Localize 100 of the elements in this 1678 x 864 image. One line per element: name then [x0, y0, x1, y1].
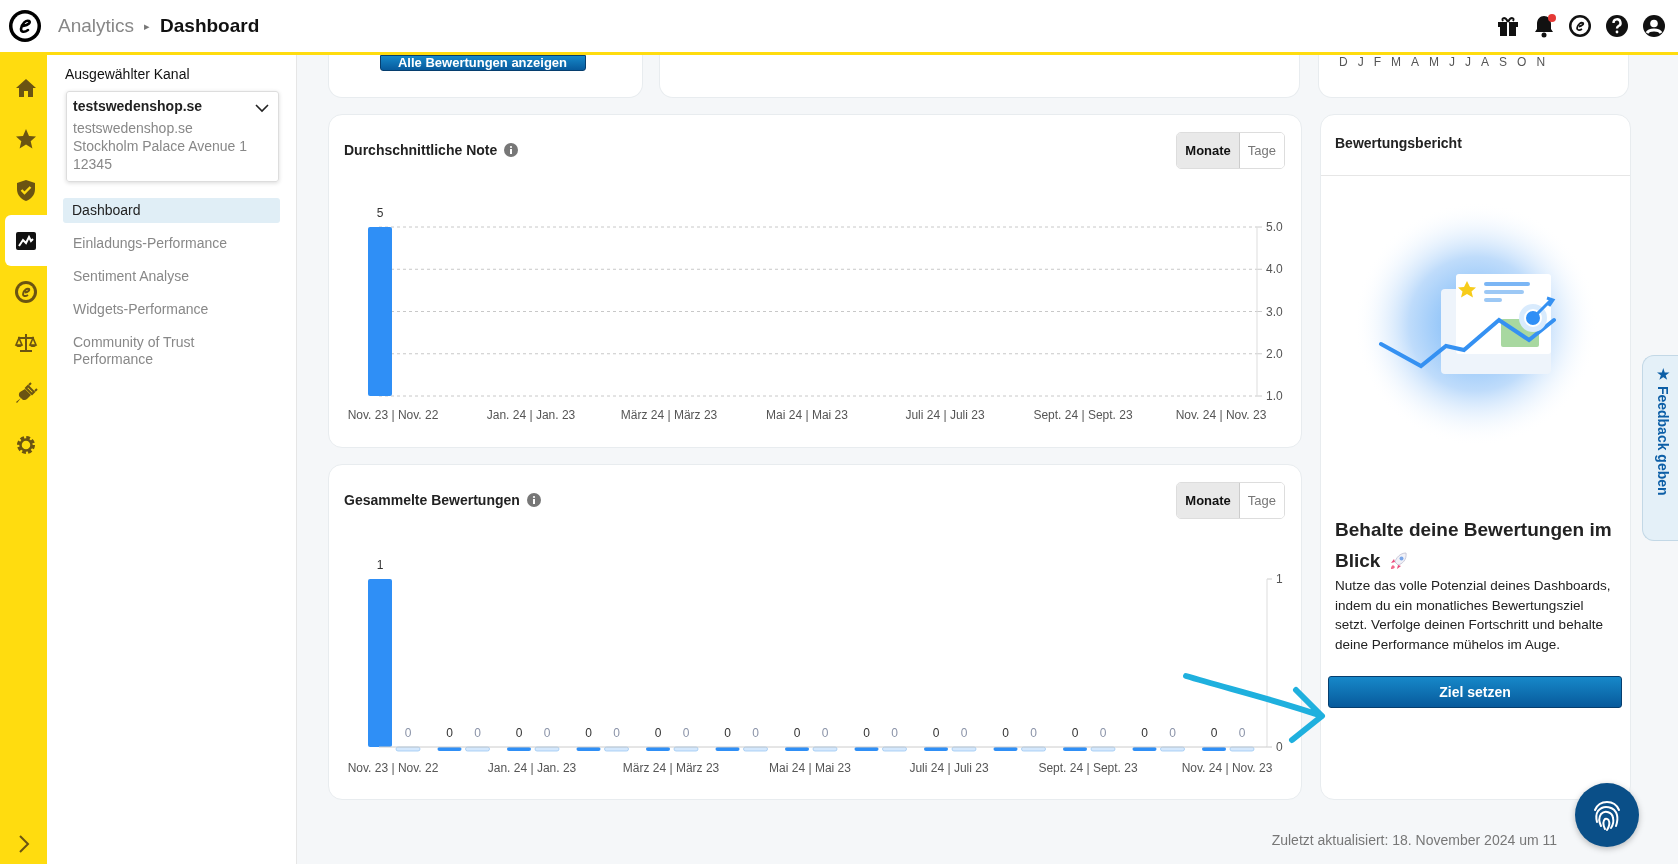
- axis-label: Jan. 24 | Jan. 23: [487, 761, 577, 775]
- axis-label: März 24 | März 23: [622, 761, 720, 775]
- data-label: 0: [724, 726, 731, 740]
- data-label: 0: [1169, 726, 1176, 740]
- axis-label: 2.0: [1266, 346, 1283, 361]
- chart-bar: [854, 747, 879, 751]
- data-label: 0: [515, 726, 523, 740]
- channel-detail: testswedenshop.se: [73, 119, 194, 137]
- period-toggle[interactable]: Monate: [1177, 482, 1240, 518]
- feedback-button[interactable]: ★ Feedback geben: [1642, 355, 1678, 541]
- axis-label: März 24 | März 23: [620, 408, 718, 422]
- card-title: Bewertungsbericht: [1321, 115, 1630, 176]
- chart-bar: [395, 746, 421, 752]
- axis-label: Jan. 24 | Jan. 23: [486, 408, 576, 422]
- data-label: 0: [960, 726, 968, 740]
- chart-bar: [465, 746, 490, 752]
- data-label: 0: [793, 726, 801, 740]
- info-icon[interactable]: [526, 493, 541, 507]
- chart-bar: [715, 747, 740, 751]
- info-icon[interactable]: [504, 143, 519, 157]
- chart-bar: [646, 747, 670, 751]
- chart-bar: [1063, 747, 1087, 751]
- data-label: 0: [474, 726, 481, 740]
- axis-label: Juli 24 | Juli 23: [905, 408, 985, 422]
- data-label: 0: [752, 726, 759, 740]
- promo-heading: Behalte deine Bewertungen im: [1335, 518, 1612, 542]
- month-label: J: [1357, 55, 1364, 69]
- notification-button[interactable]: [1533, 14, 1555, 38]
- set-goal-button[interactable]: Ziel setzen: [1328, 676, 1622, 708]
- axis-label: 3.0: [1266, 304, 1283, 319]
- logo-icon[interactable]: [1568, 14, 1592, 38]
- show-reviews-button[interactable]: Alle Bewertungen anzeigen: [379, 55, 586, 71]
- sidebar-item[interactable]: Einladungs-Performance: [65, 231, 236, 256]
- nav-rail-item[interactable]: [5, 215, 47, 266]
- axis-label: 1.0: [1266, 389, 1283, 403]
- sidebar-item[interactable]: Sentiment Analyse: [65, 264, 197, 289]
- data-label: 0: [932, 726, 940, 740]
- data-label: 0: [654, 726, 662, 740]
- chart-bar: [576, 747, 601, 751]
- data-label: 0: [891, 726, 898, 740]
- chart-bar: [604, 746, 629, 752]
- chart-bar: [951, 746, 977, 752]
- data-label: 0: [446, 726, 453, 740]
- month-label: A: [1481, 55, 1490, 69]
- bell-icon: [1533, 14, 1555, 38]
- axis-label: Mai 24 | Mai 23: [766, 408, 848, 422]
- axis-label: Nov. 24 | Nov. 23: [1181, 761, 1273, 775]
- sidebar-item[interactable]: Community of Trust Performance: [65, 330, 271, 372]
- user-icon[interactable]: [1642, 14, 1666, 38]
- month-label: A: [1411, 55, 1420, 69]
- fingerprint-button[interactable]: [1575, 783, 1639, 847]
- axis-label: Juli 24 | Juli 23: [909, 761, 989, 775]
- shield-check-icon: [14, 177, 38, 202]
- breadcrumb-link[interactable]: Analytics: [58, 15, 135, 37]
- chart-bar: [534, 746, 560, 752]
- data-label: 0: [543, 726, 551, 740]
- help-icon[interactable]: [1605, 14, 1629, 38]
- data-label: 0: [1002, 726, 1009, 740]
- axis-label: 5.0: [1266, 220, 1283, 234]
- logo-icon[interactable]: [8, 9, 42, 43]
- data-label: 5: [376, 206, 384, 220]
- period-toggle[interactable]: Monate: [1177, 132, 1240, 168]
- axis-label: 1: [1276, 572, 1283, 586]
- chevron-down-icon: [255, 104, 269, 113]
- axis-label: Mai 24 | Mai 23: [769, 761, 851, 775]
- data-label: 0: [613, 726, 620, 740]
- chart-bar: [743, 746, 768, 752]
- chart-bar: [993, 747, 1018, 751]
- data-label: 0: [585, 726, 592, 740]
- promo-text: Nutze das volle Potenzial deines Dashboards, indem du ein monatliches Bewertungsziel setzt. Verfolge deinen Fortschritt und behalte deine Performance mühelos im Auge.: [1335, 577, 1612, 654]
- channel-dropdown[interactable]: testswedenshop.se testswedenshop.se Stockholm Palace Avenue 1 12345: [66, 91, 279, 182]
- last-updated-text: Zuletzt aktualisiert: 18. November 2024 um 11: [1271, 832, 1557, 848]
- chart-bar: [924, 747, 948, 751]
- chart-bar: [1021, 746, 1046, 752]
- axis-label: 4.0: [1266, 262, 1283, 277]
- chart-bar: [1202, 747, 1226, 751]
- data-label: 1: [376, 558, 384, 572]
- axis-label: 0: [1276, 740, 1283, 754]
- channel-detail: 12345: [73, 155, 113, 173]
- chart-bar: [882, 746, 907, 752]
- axis-label: Sept. 24 | Sept. 23: [1038, 761, 1138, 775]
- chart-bar: [673, 746, 699, 752]
- sidebar-item[interactable]: Widgets-Performance: [65, 297, 217, 322]
- month-label: D: [1339, 55, 1348, 69]
- sidebar-item[interactable]: Dashboard: [63, 198, 280, 223]
- breadcrumb-separator: ▸: [144, 19, 151, 33]
- chart-bar: [1090, 746, 1116, 752]
- chart-bar: [1132, 747, 1157, 751]
- data-label: 0: [821, 726, 829, 740]
- chart-bar: [1229, 746, 1255, 752]
- chevron-right-icon[interactable]: [16, 834, 31, 854]
- promo-heading: Blick: [1335, 549, 1381, 573]
- channel-name: testswedenshop.se: [73, 98, 204, 114]
- channel-detail: Stockholm Palace Avenue 1: [73, 137, 249, 155]
- month-label: O: [1517, 55, 1527, 69]
- month-label: N: [1536, 55, 1546, 69]
- card-title: Gesammelte Bewertungen: [344, 492, 520, 508]
- data-label: 0: [1030, 726, 1037, 740]
- gift-icon[interactable]: [1496, 14, 1520, 38]
- axis-label: Sept. 24 | Sept. 23: [1033, 408, 1133, 422]
